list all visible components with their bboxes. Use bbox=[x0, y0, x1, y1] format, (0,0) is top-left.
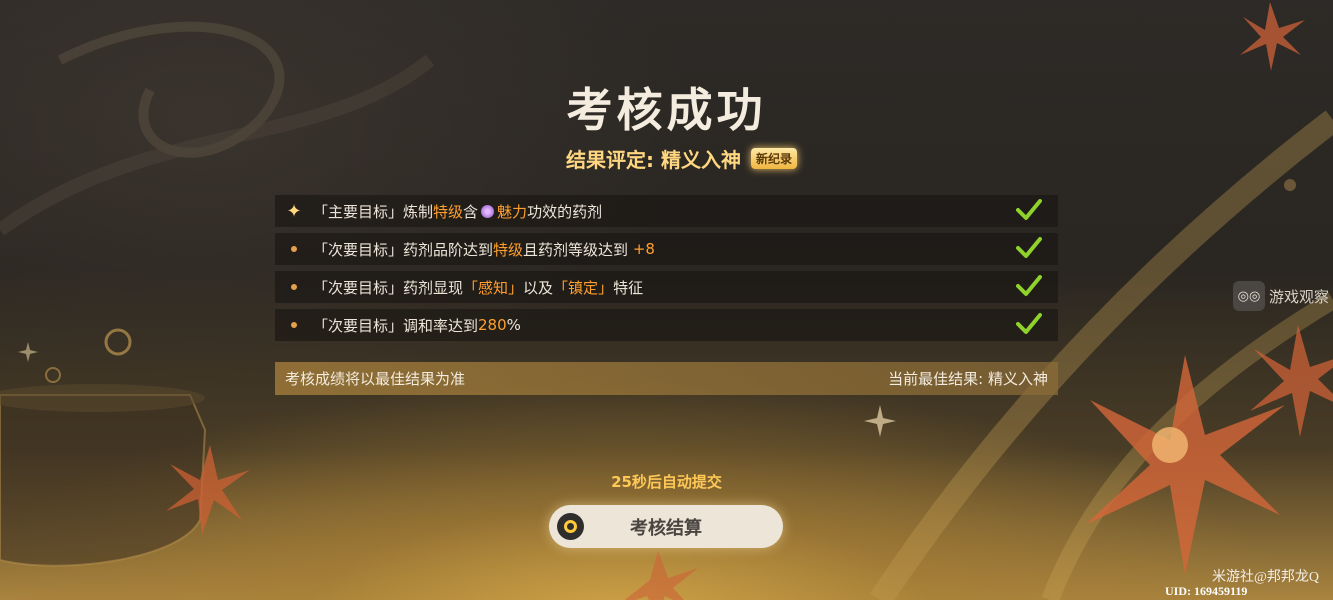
objective-middle: % bbox=[506, 316, 521, 334]
objective-prefix: 「次要目标」药剂显现 bbox=[313, 278, 464, 297]
flower-decoration-bottom bbox=[624, 550, 698, 600]
flower-decoration-right-small bbox=[1240, 2, 1333, 437]
bullet-dot-icon bbox=[275, 284, 313, 290]
submit-button-label: 考核结算 bbox=[630, 517, 702, 539]
game-observe-button[interactable]: ◎◎ 游戏观察 bbox=[1233, 281, 1333, 311]
best-result-bar: 考核成绩将以最佳结果为准 当前最佳结果: 精义入神 bbox=[275, 362, 1058, 395]
objective-row-secondary: 「次要目标」调和率达到 280 % bbox=[275, 309, 1058, 341]
objective-highlight: 280 bbox=[478, 316, 507, 334]
objective-prefix: 「主要目标」炼制 bbox=[313, 202, 434, 221]
objective-highlight: 「镇定」 bbox=[553, 278, 614, 297]
bullet-dot-icon bbox=[275, 322, 313, 328]
objective-highlight: 「感知」 bbox=[463, 278, 524, 297]
result-title: 考核成功 bbox=[566, 83, 767, 137]
objective-suffix: 功效的药剂 bbox=[527, 202, 603, 221]
result-rating: 结果评定: 精义入神 新纪录 bbox=[566, 144, 797, 173]
confirm-ring-icon bbox=[557, 513, 584, 540]
bullet-dot-icon bbox=[275, 246, 313, 252]
check-icon bbox=[1016, 275, 1042, 296]
objective-middle: 且药剂等级达到 bbox=[523, 240, 633, 259]
best-result-note: 考核成绩将以最佳结果为准 bbox=[285, 370, 466, 388]
objective-highlight: 魅力 bbox=[497, 202, 528, 221]
objective-row-secondary: 「次要目标」药剂显现 「感知」 以及 「镇定」 特征 bbox=[275, 271, 1058, 303]
objective-highlight: +8 bbox=[632, 240, 655, 258]
rating-label: 结果评定: 精义入神 bbox=[566, 148, 741, 172]
binoculars-icon: ◎◎ bbox=[1233, 281, 1265, 311]
objective-row-secondary: 「次要目标」药剂品阶达到 特级 且药剂等级达到 +8 bbox=[275, 233, 1058, 265]
auto-submit-countdown: 25秒后自动提交 bbox=[611, 473, 722, 491]
flower-decoration-right-large bbox=[1085, 355, 1285, 575]
watermark: 米游社@邦邦龙Q bbox=[1211, 570, 1319, 585]
objective-middle: 含 bbox=[463, 202, 479, 221]
new-record-badge: 新纪录 bbox=[750, 148, 797, 169]
objective-highlight: 特级 bbox=[493, 240, 524, 259]
charm-icon bbox=[481, 204, 495, 218]
check-icon bbox=[1016, 237, 1042, 258]
objective-prefix: 「次要目标」调和率达到 bbox=[313, 316, 479, 335]
objective-suffix: 特征 bbox=[613, 278, 644, 297]
primary-star-icon: ✦ bbox=[286, 200, 302, 222]
objective-prefix: 「次要目标」药剂品阶达到 bbox=[313, 240, 494, 259]
uid-text: UID: 169459119 bbox=[1165, 584, 1248, 598]
objective-list: ✦ 「主要目标」炼制 特级 含 魅力 功效的药剂 「次要目标」药剂品阶达到 特级… bbox=[275, 195, 1058, 347]
submit-assessment-button[interactable]: 考核结算 bbox=[549, 505, 783, 548]
objective-highlight: 特级 bbox=[433, 202, 464, 221]
current-best-result: 当前最佳结果: 精义入神 bbox=[888, 370, 1048, 388]
game-observe-label: 游戏观察 bbox=[1269, 287, 1330, 306]
objective-row-primary: ✦ 「主要目标」炼制 特级 含 魅力 功效的药剂 bbox=[275, 195, 1058, 227]
check-icon bbox=[1016, 199, 1042, 220]
objective-middle: 以及 bbox=[523, 278, 554, 297]
check-icon bbox=[1016, 313, 1042, 334]
